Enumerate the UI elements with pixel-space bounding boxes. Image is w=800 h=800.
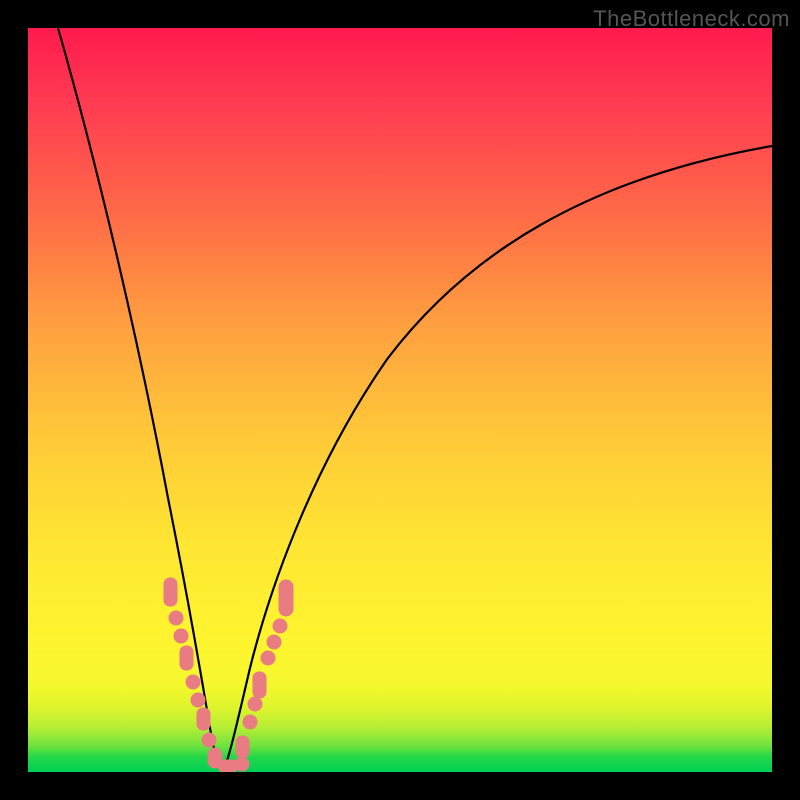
marker-bead bbox=[261, 651, 275, 665]
marker-bead bbox=[164, 578, 177, 606]
marker-bead bbox=[191, 693, 205, 707]
marker-cluster-left bbox=[164, 578, 222, 768]
marker-bead bbox=[253, 672, 266, 698]
marker-bead bbox=[273, 619, 287, 633]
marker-bead bbox=[243, 715, 257, 729]
marker-bead bbox=[180, 646, 193, 670]
marker-bead bbox=[235, 757, 249, 771]
marker-bead bbox=[169, 611, 183, 625]
curve-right bbox=[223, 146, 772, 772]
marker-cluster-right bbox=[236, 580, 293, 758]
marker-cluster-bottom bbox=[218, 757, 249, 772]
marker-bead bbox=[267, 635, 281, 649]
curve-left bbox=[58, 28, 223, 772]
marker-bead bbox=[236, 736, 249, 758]
chart-plot-area bbox=[28, 28, 772, 772]
chart-frame: TheBottleneck.com bbox=[0, 0, 800, 800]
marker-bead bbox=[174, 629, 188, 643]
marker-bead bbox=[279, 580, 293, 616]
marker-bead bbox=[186, 675, 200, 689]
marker-bead bbox=[248, 697, 262, 711]
marker-bead bbox=[202, 733, 216, 747]
chart-svg bbox=[28, 28, 772, 772]
marker-bead bbox=[197, 708, 210, 730]
